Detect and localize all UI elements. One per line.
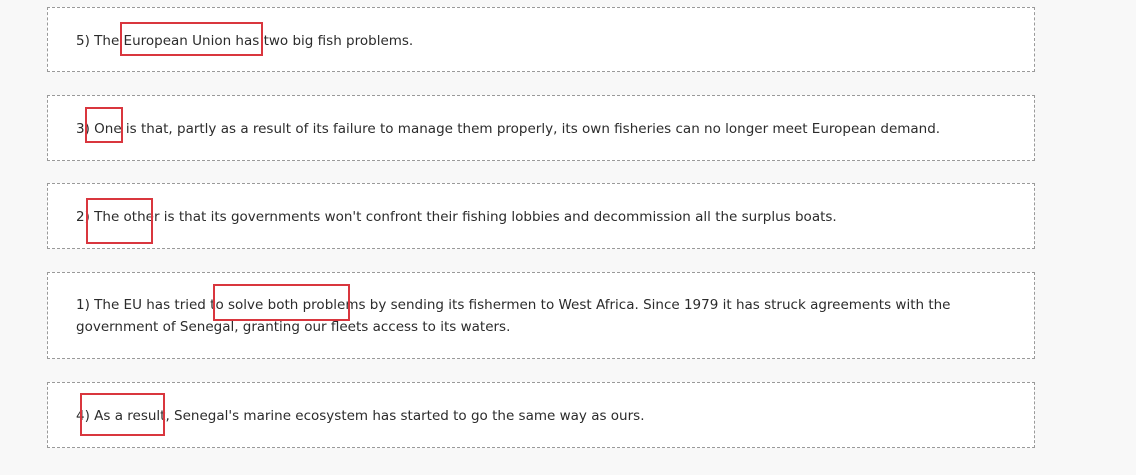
sentence-card-3[interactable]: 2) The other is that its governments won… — [47, 183, 1035, 249]
sentence-text-4: 1) The EU has tried to solve both proble… — [76, 297, 951, 335]
sentence-card-2[interactable]: 3) One is that, partly as a result of it… — [47, 95, 1035, 161]
sentence-card-4[interactable]: 1) The EU has tried to solve both proble… — [47, 272, 1035, 359]
sentence-text-1: 5) The European Union has two big fish p… — [76, 33, 414, 49]
sentence-text-5: 4) As a result, Senegal's marine ecosyst… — [76, 408, 645, 424]
sentence-text-2: 3) One is that, partly as a result of it… — [76, 121, 941, 137]
sentence-text-3: 2) The other is that its governments won… — [76, 209, 837, 225]
sentence-card-1[interactable]: 5) The European Union has two big fish p… — [47, 7, 1035, 72]
sentence-card-5[interactable]: 4) As a result, Senegal's marine ecosyst… — [47, 382, 1035, 448]
